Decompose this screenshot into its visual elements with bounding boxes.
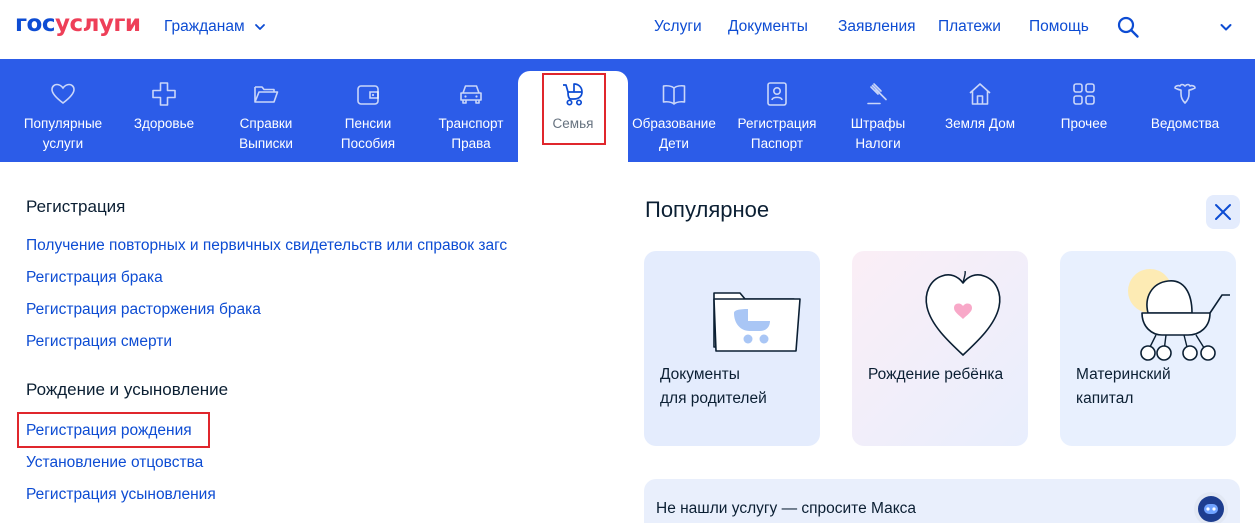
category-fines[interactable]: Штрафы Налоги xyxy=(834,59,922,162)
robot-avatar-icon xyxy=(1194,492,1228,523)
link-divorce-registration[interactable]: Регистрация расторжения брака xyxy=(26,301,261,319)
nav-applications[interactable]: Заявления xyxy=(838,18,916,36)
category-other[interactable]: Прочее xyxy=(1040,59,1128,162)
category-land-house[interactable]: Земля Дом xyxy=(934,59,1026,162)
audience-label: Гражданам xyxy=(164,18,245,35)
nav-help[interactable]: Помощь xyxy=(1029,18,1089,36)
link-zags-certificates[interactable]: Получение повторных и первичных свидетел… xyxy=(26,237,507,255)
medical-cross-icon xyxy=(152,82,176,106)
nav-payments[interactable]: Платежи xyxy=(938,18,1001,36)
close-button[interactable] xyxy=(1206,195,1240,229)
heart-illustration xyxy=(925,271,1001,356)
gosuslugi-logo[interactable]: госуслуги xyxy=(15,11,141,37)
search-icon[interactable] xyxy=(1116,15,1140,39)
ask-max-text: Не нашли услугу — спросите Макса xyxy=(656,500,917,517)
card-label: Материнский капитал xyxy=(1076,366,1171,407)
passport-icon xyxy=(767,82,787,106)
category-education[interactable]: Образование Дети xyxy=(628,59,720,162)
section-title-birth-adoption: Рождение и усыновление xyxy=(26,380,229,399)
popular-card-child-birth[interactable]: Рождение ребёнка xyxy=(852,251,1028,446)
gavel-icon xyxy=(867,83,887,105)
link-adoption-registration[interactable]: Регистрация усыновления xyxy=(26,486,216,504)
close-icon xyxy=(1215,204,1231,220)
popular-title: Популярное xyxy=(645,197,770,222)
folder-stroller-illustration xyxy=(713,292,801,352)
book-icon xyxy=(662,85,686,105)
top-header: госуслуги Гражданам Услуги Документы Зая… xyxy=(0,0,1255,59)
link-death-registration[interactable]: Регистрация смерти xyxy=(26,333,172,351)
category-label: Образование Дети xyxy=(632,116,716,151)
chevron-down-icon xyxy=(254,24,265,30)
popular-card-maternity-capital[interactable]: Материнский капитал xyxy=(1060,251,1236,446)
wallet-icon xyxy=(357,85,379,105)
category-health[interactable]: Здоровье xyxy=(120,59,208,162)
chevron-down-icon[interactable] xyxy=(1219,20,1233,34)
category-transport[interactable]: Транспорт Права xyxy=(424,59,518,162)
link-marriage-registration[interactable]: Регистрация брака xyxy=(26,269,163,287)
popular-card-parent-documents[interactable]: Документы для родителей xyxy=(644,251,820,446)
category-pensions[interactable]: Пенсии Пособия xyxy=(324,59,412,162)
heart-icon xyxy=(51,83,75,105)
car-icon xyxy=(460,85,482,104)
link-paternity[interactable]: Установление отцовства xyxy=(26,454,203,472)
emblem-icon xyxy=(1174,83,1196,104)
category-certificates[interactable]: Справки Выписки xyxy=(222,59,310,162)
category-label: Пенсии Пособия xyxy=(340,116,396,151)
section-title-registration: Регистрация xyxy=(26,197,126,216)
category-label: Регистрация Паспорт xyxy=(737,116,817,151)
card-label: Документы для родителей xyxy=(660,366,767,407)
card-label: Рождение ребёнка xyxy=(868,366,1004,383)
category-bar: Популярные услуги Здоровье Справки Выпис… xyxy=(0,59,1255,162)
audience-selector[interactable]: Гражданам xyxy=(164,18,266,36)
stroller-illustration xyxy=(1128,269,1230,361)
category-label: Популярные услуги xyxy=(23,116,103,151)
ask-max-bar[interactable]: Не нашли услугу — спросите Макса xyxy=(644,479,1240,523)
category-label: Штрафы Налоги xyxy=(850,116,906,151)
category-registration[interactable]: Регистрация Паспорт xyxy=(730,59,824,162)
category-label: Здоровье xyxy=(133,116,195,131)
house-icon xyxy=(969,83,991,105)
category-label: Земля Дом xyxy=(945,116,1015,131)
category-label: Справки Выписки xyxy=(239,116,293,151)
category-popular[interactable]: Популярные услуги xyxy=(10,59,116,162)
category-label: Прочее xyxy=(1060,116,1108,131)
highlight-box-birth-registration xyxy=(17,412,210,448)
nav-documents[interactable]: Документы xyxy=(728,18,808,36)
nav-services[interactable]: Услуги xyxy=(654,18,702,36)
highlight-box-family xyxy=(542,73,606,145)
category-label: Транспорт Права xyxy=(438,116,504,151)
category-label: Ведомства xyxy=(1150,116,1220,131)
folder-icon xyxy=(254,86,279,103)
grid-icon xyxy=(1073,83,1095,105)
category-agencies[interactable]: Ведомства xyxy=(1140,59,1230,162)
